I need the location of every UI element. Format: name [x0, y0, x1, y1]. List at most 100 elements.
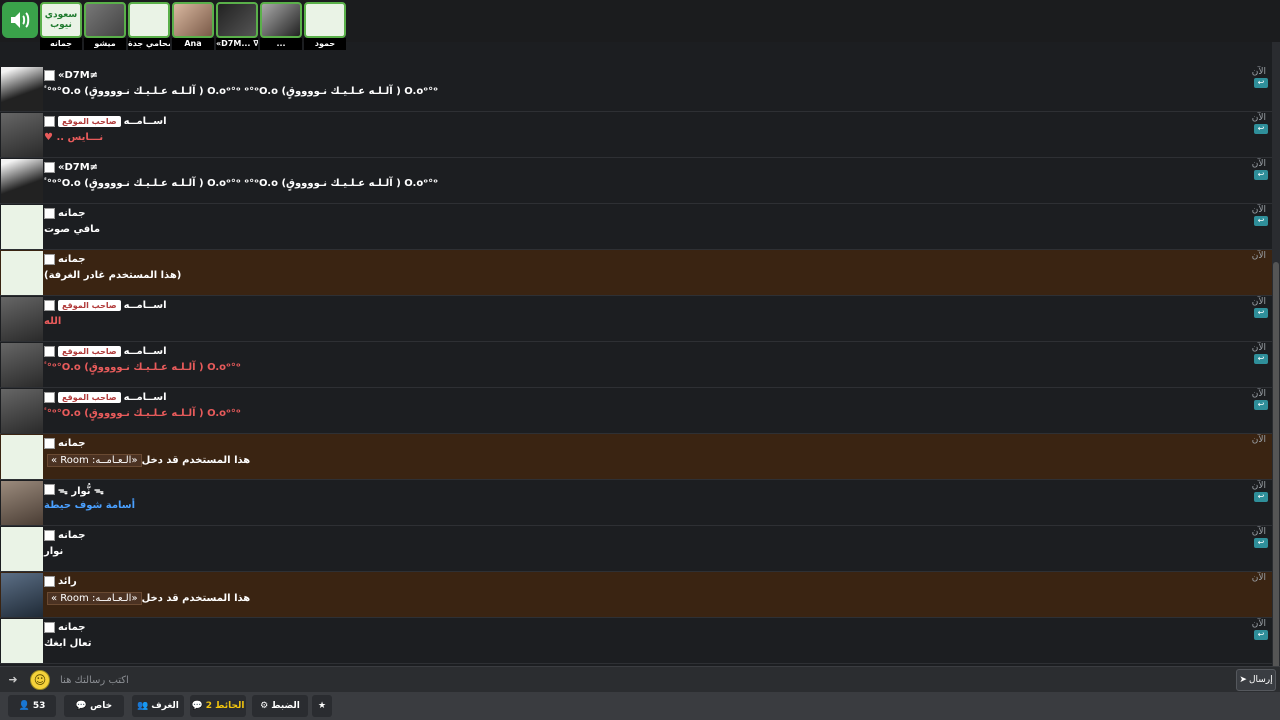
role-badge: صاحب الموقع: [58, 346, 121, 357]
message-time: الآن: [1251, 205, 1266, 215]
avatar[interactable]: [1, 573, 43, 617]
avatar[interactable]: [1, 205, 43, 249]
chat-message: جمانه « Room :الـعـامــه» هذا المستخدم قد …: [0, 434, 1272, 480]
username[interactable]: جمانه: [58, 622, 86, 633]
message-text: أسامة شوف حيطة: [44, 500, 135, 511]
avatar[interactable]: [1, 251, 43, 295]
online-users-button[interactable]: 👤 53: [8, 695, 56, 717]
reply-icon[interactable]: ↩: [1254, 354, 1268, 364]
message-header: جمانه: [44, 207, 86, 220]
avatar[interactable]: [1, 619, 43, 663]
username[interactable]: اســامــه: [124, 116, 167, 127]
username[interactable]: جمانه: [58, 530, 86, 541]
username[interactable]: رائد: [58, 576, 77, 587]
message-input[interactable]: [56, 670, 1232, 690]
flag-icon: [44, 208, 55, 219]
avatar[interactable]: [1, 343, 43, 387]
avatar[interactable]: [1, 159, 43, 203]
wall-button[interactable]: 💬 2 الحائط: [190, 695, 246, 717]
rooms-label: الغرف: [151, 701, 179, 711]
reply-icon[interactable]: ↩: [1254, 78, 1268, 88]
scrollbar-thumb[interactable]: [1273, 262, 1279, 682]
username[interactable]: «D7M≠: [58, 162, 98, 173]
wall-count: 2: [205, 701, 213, 711]
username[interactable]: جمانه: [58, 438, 86, 449]
message-text: الله: [44, 316, 61, 327]
attach-button[interactable]: ➜: [4, 671, 22, 689]
message-header: صاحب الموقع اســامــه: [44, 391, 167, 404]
mic-avatar: [260, 2, 302, 38]
message-body: هذا المستخدم قد دخل: [141, 455, 251, 466]
users-group-icon: 👥: [137, 701, 149, 711]
message-time: الآن: [1251, 573, 1266, 583]
reply-icon[interactable]: ↩: [1254, 492, 1268, 502]
message-text: « Room :الـعـامــه» هذا المستخدم قد دخل: [44, 454, 250, 467]
flag-icon: [44, 622, 55, 633]
avatar[interactable]: [1, 527, 43, 571]
message-body: ٴ°ᵒ°O.o (آلـلـه عـلـيـك نـووووقٍ ) O.oᵒ°…: [44, 86, 438, 97]
message-header: صاحب الموقع اســامــه: [44, 299, 167, 312]
message-header: «D7M≠: [44, 161, 98, 174]
avatar[interactable]: [1, 481, 43, 525]
favorites-button[interactable]: ★: [312, 695, 332, 717]
flag-icon: [44, 116, 55, 127]
chat-message: جمانه (هذا المستخدم غادر الغرفة) الآن: [0, 250, 1272, 296]
reply-icon[interactable]: ↩: [1254, 400, 1268, 410]
username[interactable]: اســامــه: [124, 346, 167, 357]
online-count: 53: [32, 701, 46, 711]
role-badge: صاحب الموقع: [58, 392, 121, 403]
speaker-icon: [11, 12, 30, 28]
mic-avatar: [128, 2, 170, 38]
avatar[interactable]: [1, 297, 43, 341]
emoji-button[interactable]: ☺: [30, 670, 50, 690]
message-time: الآن: [1251, 343, 1266, 353]
reply-icon[interactable]: ↩: [1254, 170, 1268, 180]
speaker-button[interactable]: [2, 2, 38, 38]
message-time: الآن: [1251, 481, 1266, 491]
message-text: مافي صوت: [44, 224, 100, 235]
username[interactable]: ᯓ نُّوار ᯓ: [58, 483, 104, 497]
avatar[interactable]: [1, 67, 43, 111]
message-body: ٴ°ᵒ°O.o (آلـلـه عـلـيـك نـووووقٍ ) O.oᵒ°…: [44, 362, 241, 373]
username[interactable]: «D7M≠: [58, 70, 98, 81]
flag-icon: [44, 162, 55, 173]
reply-icon[interactable]: ↩: [1254, 216, 1268, 226]
reply-icon[interactable]: ↩: [1254, 630, 1268, 640]
flag-icon: [44, 346, 55, 357]
avatar[interactable]: [1, 389, 43, 433]
username[interactable]: جمانه: [58, 254, 86, 265]
room-tag[interactable]: « Room :الـعـامــه»: [47, 454, 142, 467]
message-body: ♥ .. نـــايس: [44, 132, 104, 143]
message-text: نوار: [44, 546, 63, 557]
private-messages-button[interactable]: 💬 خاص: [64, 695, 124, 717]
message-body: (هذا المستخدم غادر الغرفة): [44, 270, 182, 281]
send-button[interactable]: ➤ إرسال: [1236, 669, 1276, 691]
message-header: ᯓ نُّوار ᯓ: [44, 483, 104, 497]
chat-message: رائد « Room :الـعـامــه» هذا المستخدم قد د…: [0, 572, 1272, 618]
username[interactable]: اســامــه: [124, 392, 167, 403]
reply-icon[interactable]: ↩: [1254, 308, 1268, 318]
bottom-nav: 👤 53 💬 خاص 👥 الغرف 💬 2 الحائط ⚙ الضبط ★: [0, 692, 1280, 720]
username[interactable]: جمانه: [58, 208, 86, 219]
message-text: ♥ .. نـــايس: [44, 132, 103, 143]
chat-scrollbar[interactable]: [1272, 42, 1280, 682]
reply-icon[interactable]: ↩: [1254, 538, 1268, 548]
chat-message: صاحب الموقع اســامــه ٴ°ᵒ°O.o (آلـلـه عـلـ…: [0, 342, 1272, 388]
avatar[interactable]: [1, 113, 43, 157]
message-text: ٴ°ᵒ°O.o (آلـلـه عـلـيـك نـووووقٍ ) O.oᵒ°…: [44, 362, 241, 373]
rooms-button[interactable]: 👥 الغرف: [132, 695, 184, 717]
flag-icon: [44, 438, 55, 449]
username[interactable]: اســامــه: [124, 300, 167, 311]
room-tag[interactable]: « Room :الـعـامــه»: [47, 592, 142, 605]
avatar[interactable]: [1, 435, 43, 479]
message-body: هذا المستخدم قد دخل: [141, 593, 251, 604]
smiley-icon: ☺: [33, 673, 47, 687]
reply-icon[interactable]: ↩: [1254, 124, 1268, 134]
mic-avatar: سعودي نيوب: [40, 2, 82, 38]
send-icon: ➤: [1239, 675, 1247, 685]
message-text: ٴ°ᵒ°O.o (آلـلـه عـلـيـك نـووووقٍ ) O.oᵒ°…: [44, 86, 438, 97]
flag-icon: [44, 300, 55, 311]
message-body: ٴ°ᵒ°O.o (آلـلـه عـلـيـك نـووووقٍ ) O.oᵒ°…: [44, 178, 438, 189]
message-text: تعال ابغك: [44, 638, 91, 649]
settings-button[interactable]: ⚙ الضبط: [252, 695, 308, 717]
